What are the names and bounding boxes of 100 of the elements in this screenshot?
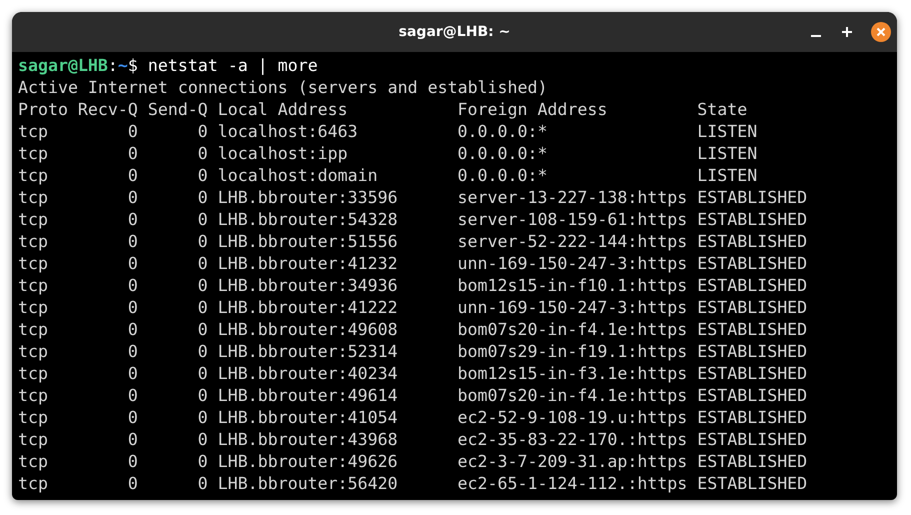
table-cell-text: 0: [196, 341, 208, 363]
table-cell-text: LHB.bbrouter:51556: [218, 231, 399, 253]
table-cell-text: 0: [196, 407, 208, 429]
table-cell-text: 0: [126, 429, 138, 451]
column-header: Foreign Address: [458, 99, 608, 121]
table-cell: ESTABLISHED: [697, 473, 808, 495]
prompt-user-host: sagar@LHB: [18, 55, 108, 77]
table-cell-text: 0: [196, 363, 208, 385]
prompt-separator: :: [108, 55, 118, 77]
table-cell: ESTABLISHED: [697, 297, 808, 319]
table-cell-text: 0: [196, 473, 208, 495]
table-cell-text: LHB.bbrouter:56420: [218, 473, 399, 495]
table-cell: ESTABLISHED: [697, 385, 808, 407]
table-cell-text: tcp: [18, 275, 49, 297]
table-cell: ESTABLISHED: [697, 451, 808, 473]
table-cell-text: 0: [196, 275, 208, 297]
table-cell-text: 0: [126, 209, 138, 231]
table-cell: server-13-227-138:https: [458, 187, 688, 209]
table-cell-text: LISTEN: [697, 121, 758, 143]
table-cell-text: LHB.bbrouter:49608: [218, 319, 399, 341]
output-heading: Active Internet connections (servers and established): [18, 77, 548, 99]
table-cell-text: 0: [126, 231, 138, 253]
table-cell-text: LHB.bbrouter:41232: [218, 253, 399, 275]
table-cell: bom07s29-in-f19.1:https: [458, 341, 688, 363]
table-cell-text: localhost:ipp: [218, 143, 349, 165]
table-cell-text: tcp: [18, 473, 49, 495]
table-cell-text: localhost:domain: [218, 165, 379, 187]
table-cell-text: 0: [126, 407, 138, 429]
table-cell-text: LHB.bbrouter:52314: [218, 341, 399, 363]
table-cell-text: 0: [126, 165, 138, 187]
table-cell-text: tcp: [18, 319, 49, 341]
table-cell-text: LISTEN: [697, 143, 758, 165]
command-text: netstat -a | more: [148, 55, 318, 77]
window-title: sagar@LHB: ~: [398, 24, 510, 40]
table-cell-text: 0: [196, 121, 208, 143]
table-cell-text: 0: [126, 253, 138, 275]
table-cell-text: LHB.bbrouter:49614: [218, 385, 399, 407]
table-cell-text: 0: [196, 385, 208, 407]
table-cell-text: tcp: [18, 451, 49, 473]
table-cell-text: 0: [196, 209, 208, 231]
table-cell: ESTABLISHED: [697, 341, 808, 363]
table-cell: ESTABLISHED: [697, 275, 808, 297]
table-cell-text: 0: [126, 275, 138, 297]
table-cell-text: LHB.bbrouter:54328: [218, 209, 399, 231]
column-header: Recv-Q: [78, 99, 138, 121]
table-cell-text: tcp: [18, 121, 49, 143]
table-cell-text: localhost:6463: [218, 121, 359, 143]
table-cell: ESTABLISHED: [697, 407, 808, 429]
table-cell-text: tcp: [18, 429, 49, 451]
table-cell-text: 0: [126, 297, 138, 319]
table-cell-text: LHB.bbrouter:41054: [218, 407, 399, 429]
table-cell-text: 0: [126, 363, 138, 385]
table-cell-text: LHB.bbrouter:40234: [218, 363, 399, 385]
column-header: Send-Q: [148, 99, 208, 121]
table-cell-text: tcp: [18, 187, 49, 209]
prompt-symbol: $: [128, 55, 138, 77]
table-cell-text: 0.0.0.0:*: [458, 165, 548, 187]
table-cell: ESTABLISHED: [697, 187, 808, 209]
table-cell-text: tcp: [18, 297, 49, 319]
table-cell-text: 0: [196, 297, 208, 319]
table-cell: ESTABLISHED: [697, 429, 808, 451]
table-cell: bom07s20-in-f4.1e:https: [458, 319, 688, 341]
table-cell-text: LHB.bbrouter:49626: [218, 451, 399, 473]
table-cell-text: LHB.bbrouter:33596: [218, 187, 399, 209]
table-cell: bom12s15-in-f10.1:https: [458, 275, 688, 297]
table-cell-text: LISTEN: [697, 165, 758, 187]
table-cell: ESTABLISHED: [697, 253, 808, 275]
table-cell: ec2-3-7-209-31.ap:https: [458, 451, 688, 473]
table-cell: unn-169-150-247-3:https: [458, 253, 688, 275]
table-cell-text: tcp: [18, 143, 49, 165]
table-cell-text: tcp: [18, 231, 49, 253]
table-cell-text: 0: [126, 451, 138, 473]
table-cell-text: tcp: [18, 363, 49, 385]
table-cell-text: 0: [126, 319, 138, 341]
table-cell-text: 0: [196, 187, 208, 209]
table-cell-text: 0: [126, 341, 138, 363]
table-cell-text: 0.0.0.0:*: [458, 121, 548, 143]
table-cell-text: 0: [126, 187, 138, 209]
table-cell: ESTABLISHED: [697, 209, 808, 231]
table-cell: server-108-159-61:https: [458, 209, 688, 231]
table-cell-text: tcp: [18, 385, 49, 407]
column-header: Proto: [18, 99, 68, 121]
table-cell-text: LHB.bbrouter:34936: [218, 275, 399, 297]
table-cell-text: 0: [126, 473, 138, 495]
table-cell-text: 0: [126, 143, 138, 165]
close-icon[interactable]: [871, 22, 891, 42]
table-cell: ESTABLISHED: [697, 319, 808, 341]
maximize-icon[interactable]: [841, 26, 853, 38]
table-cell-text: 0: [126, 121, 138, 143]
table-cell-text: tcp: [18, 165, 49, 187]
column-header: State: [697, 99, 748, 121]
table-cell-text: 0: [196, 319, 208, 341]
table-cell-text: LHB.bbrouter:43968: [218, 429, 399, 451]
table-cell-text: LHB.bbrouter:41222: [218, 297, 399, 319]
table-cell-text: 0: [196, 231, 208, 253]
table-cell-text: 0: [196, 165, 208, 187]
prompt-path: ~: [118, 55, 128, 77]
table-cell: ec2-65-1-124-112.:https: [458, 473, 688, 495]
table-cell: unn-169-150-247-3:https: [458, 297, 688, 319]
table-cell-text: tcp: [18, 209, 49, 231]
